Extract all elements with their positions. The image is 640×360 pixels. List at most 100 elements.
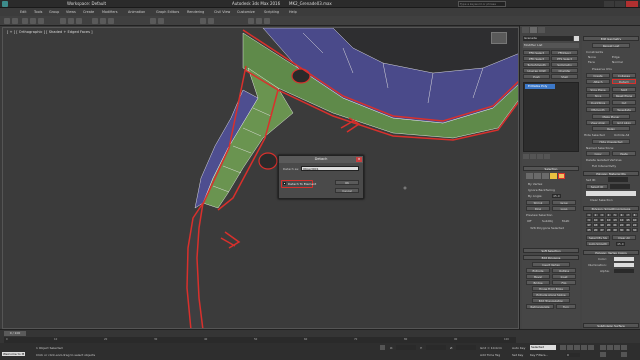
redo-icon[interactable] xyxy=(12,18,18,24)
edit-triangulation-button[interactable]: Edit Triangulation xyxy=(532,298,570,303)
ring-button[interactable]: Ring xyxy=(526,206,550,211)
go-to-end-icon[interactable] xyxy=(588,345,594,350)
stack-pin-icon[interactable] xyxy=(523,154,529,159)
insert-vertex-button[interactable]: Insert Vertex xyxy=(532,262,570,267)
sg-button[interactable]: 12 xyxy=(605,218,612,222)
object-name-input[interactable]: Grenade xyxy=(523,36,573,41)
bevel-button[interactable]: Bevel xyxy=(526,274,550,279)
preserve-uvs-checkbox[interactable]: Preserve UVs xyxy=(592,67,612,71)
menu-graph-editors[interactable]: Graph Editors xyxy=(156,10,179,14)
shell-button[interactable]: Shell xyxy=(551,74,578,79)
z-coord-input[interactable] xyxy=(456,345,476,350)
current-frame-input[interactable]: 0 xyxy=(566,353,580,357)
full-interactivity-checkbox[interactable]: Full Interactivity xyxy=(592,164,616,168)
mesh-model[interactable] xyxy=(3,28,519,329)
zoom-all-icon[interactable] xyxy=(607,345,613,350)
select-id-button[interactable]: Select ID xyxy=(586,184,608,189)
set-key-button[interactable]: Set Key xyxy=(512,353,523,357)
snap-icon[interactable] xyxy=(150,18,156,24)
select-id-input[interactable] xyxy=(610,184,630,189)
stack-item-editable-poly[interactable]: Editable Poly xyxy=(525,84,555,89)
time-slider[interactable]: 0 / 100 xyxy=(4,331,26,336)
pan-icon[interactable] xyxy=(614,345,620,350)
preview-off-radio[interactable]: Off xyxy=(527,219,531,223)
set-id-input[interactable] xyxy=(608,177,628,182)
undo-icon[interactable] xyxy=(4,18,10,24)
rect-select-icon[interactable] xyxy=(76,18,82,24)
pfd-select-button[interactable]: PFD Select xyxy=(523,56,550,61)
vertex-colors-rollout-header[interactable]: Polygon: Vertex Colors xyxy=(583,250,639,255)
viewport-orthographic[interactable]: [ + ] [ Orthographic ] [ Shaded + Edged … xyxy=(2,27,519,329)
lock-selection-icon[interactable] xyxy=(380,345,385,350)
sg-button[interactable]: 17 xyxy=(586,223,592,227)
slice-button[interactable]: Slice xyxy=(586,93,610,98)
subdivision-surface-rollout-header[interactable]: Subdivision Surface xyxy=(583,323,639,328)
symmetry-button[interactable]: Symmetry xyxy=(551,62,578,67)
stack-remove-icon[interactable] xyxy=(544,154,550,159)
maxscript-listener[interactable]: Welcome to M xyxy=(2,352,26,356)
bind-icon[interactable] xyxy=(38,18,44,24)
menu-animation[interactable]: Animation xyxy=(128,10,145,14)
stack-show-end-icon[interactable] xyxy=(530,154,536,159)
extrude-along-spline-button[interactable]: Extrude Along Spline xyxy=(532,292,570,297)
pts-select-button[interactable]: PTS Select xyxy=(551,56,578,61)
hierarchy-tab-icon[interactable] xyxy=(538,27,545,33)
object-color-swatch[interactable] xyxy=(574,36,579,41)
sg-button[interactable]: 1 xyxy=(586,213,592,217)
menu-views[interactable]: Views xyxy=(66,10,76,14)
scale-icon[interactable] xyxy=(108,18,114,24)
sg-button[interactable]: 4 xyxy=(605,213,612,217)
vertex-mode-icon[interactable] xyxy=(526,173,533,179)
delete-isolated-vertices-checkbox[interactable]: Delete Isolated Vertices xyxy=(586,158,622,162)
turbosmooth-button[interactable]: TurboSmooth xyxy=(523,62,550,67)
timeline[interactable]: 0 / 100 0 10 20 30 40 50 60 70 80 90 100 xyxy=(0,329,640,343)
make-planar-button[interactable]: Make Planar xyxy=(592,114,630,119)
menu-civil-view[interactable]: Civil View xyxy=(214,10,230,14)
paste-button[interactable]: Paste xyxy=(612,151,636,156)
dialog-close-button[interactable]: × xyxy=(356,157,362,162)
play-icon[interactable] xyxy=(574,345,580,350)
sg-button[interactable]: 26 xyxy=(592,228,599,232)
loop-button[interactable]: Loop xyxy=(552,206,576,211)
sg-button[interactable]: 24 xyxy=(631,223,638,227)
illumination-swatch[interactable] xyxy=(614,263,634,267)
maximize-icon[interactable] xyxy=(615,1,625,7)
constraint-none-radio[interactable]: None xyxy=(588,55,596,59)
create-button[interactable]: Create xyxy=(586,73,610,78)
select-by-sg-button[interactable]: Select By SG xyxy=(586,235,610,240)
mirror-icon[interactable] xyxy=(200,18,206,24)
constraint-edge-radio[interactable]: Edge xyxy=(612,55,620,59)
maximize-viewport-icon[interactable] xyxy=(621,352,627,357)
chamfer-button[interactable]: Chamfer xyxy=(551,68,578,73)
sg-button[interactable]: 8 xyxy=(631,213,638,217)
detach-button[interactable]: Detach xyxy=(612,79,636,84)
sg-button[interactable]: 10 xyxy=(592,218,599,222)
hide-unselected-button[interactable]: Hide Unselected xyxy=(592,139,630,144)
auto-key-button[interactable]: Auto Key xyxy=(512,346,525,350)
workspace-label[interactable]: Workspace: Default xyxy=(67,1,106,6)
viewcube-icon[interactable] xyxy=(491,32,507,44)
sg-button[interactable]: 31 xyxy=(625,228,631,232)
sg-button[interactable]: 20 xyxy=(605,223,612,227)
preview-subobj-radio[interactable]: SubObj xyxy=(542,219,553,223)
menu-create[interactable]: Create xyxy=(83,10,94,14)
menu-scripting[interactable]: Scripting xyxy=(264,10,279,14)
auto-smooth-value[interactable]: 45.0 xyxy=(616,242,625,246)
sg-button[interactable]: 7 xyxy=(625,213,631,217)
sg-button[interactable]: 11 xyxy=(599,218,605,222)
reset-plane-button[interactable]: Reset Plane xyxy=(612,93,636,98)
close-icon[interactable] xyxy=(626,1,638,7)
menu-tools[interactable]: Tools xyxy=(34,10,42,14)
orbit-icon[interactable] xyxy=(621,345,627,350)
constraint-face-radio[interactable]: Face xyxy=(588,60,595,64)
modifier-list-dropdown[interactable]: Modifier List xyxy=(523,43,579,48)
sg-button[interactable]: 3 xyxy=(599,213,605,217)
modifier-stack[interactable]: Editable Poly xyxy=(523,82,579,152)
grid-align-button[interactable]: Grid Align xyxy=(612,120,636,125)
menu-modifiers[interactable]: Modifiers xyxy=(102,10,117,14)
unlink-icon[interactable] xyxy=(30,18,36,24)
ffd-select-button[interactable]: FFD Select xyxy=(523,50,550,55)
sg-button[interactable]: 2 xyxy=(592,213,599,217)
sg-button[interactable]: 22 xyxy=(618,223,625,227)
grow-button[interactable]: Grow xyxy=(552,200,576,205)
